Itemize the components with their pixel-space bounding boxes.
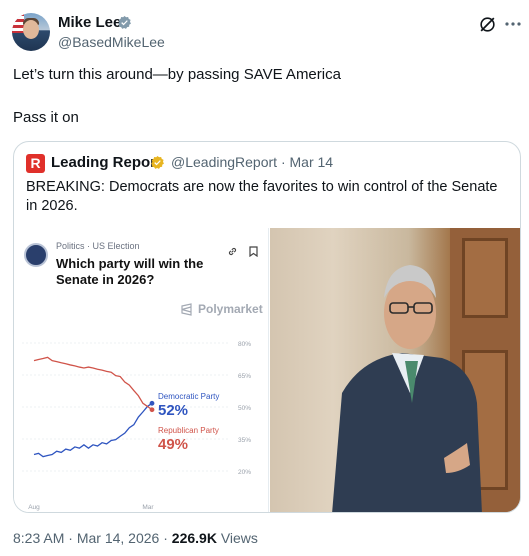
quoted-tweet-text: BREAKING: Democrats are now the favorite… xyxy=(26,179,498,214)
views-label: Views xyxy=(216,530,258,546)
quoted-meta: @LeadingReport · Mar 14 xyxy=(171,154,334,170)
y-tick-label: 80% xyxy=(238,341,251,348)
y-tick-label: 65% xyxy=(238,373,251,380)
quoted-tweet-card[interactable]: R Leading Report @LeadingReport · Mar 14… xyxy=(13,141,521,513)
polymarket-category: Politics · US Election xyxy=(56,241,140,251)
odds-line-chart: 80% 65% 50% 35% 20% Aug Mar xyxy=(22,341,251,511)
democratic-legend-label: Democratic Party xyxy=(158,392,220,401)
polymarket-question: Which party will win the Senate in 2026? xyxy=(56,256,204,287)
author-avatar[interactable] xyxy=(12,13,50,51)
x-tick-label: Aug xyxy=(28,504,40,511)
tweet-footer: 8:23 AM · Mar 14, 2026 · 226.9K Views xyxy=(13,530,258,546)
y-tick-label: 35% xyxy=(238,437,251,444)
verified-badge-icon xyxy=(118,15,131,29)
polymarket-logo-icon xyxy=(181,303,192,316)
x-tick-label: Mar xyxy=(142,504,154,511)
author-handle[interactable]: @BasedMikeLee xyxy=(58,34,165,50)
author-name[interactable]: Mike Lee xyxy=(58,14,121,31)
polymarket-brand: Polymarket xyxy=(198,302,263,316)
tweet-date[interactable]: Mar 14, 2026 xyxy=(77,530,160,546)
person-figure xyxy=(332,265,482,512)
link-icon xyxy=(228,247,237,256)
y-tick-label: 50% xyxy=(238,405,251,412)
tweet-text-line-2: Pass it on xyxy=(13,109,79,126)
series-endpoint xyxy=(149,407,155,413)
senate-seal-icon xyxy=(24,243,48,267)
series-line-democratic-party xyxy=(33,402,153,458)
tweet-time[interactable]: 8:23 AM xyxy=(13,530,64,546)
y-tick-label: 20% xyxy=(238,469,251,476)
leading-report-logo[interactable]: R xyxy=(26,154,45,173)
bookmark-icon xyxy=(249,246,258,257)
series-endpoint xyxy=(149,400,155,406)
views-count[interactable]: 226.9K xyxy=(172,530,217,546)
tweet-text-line-1: Let’s turn this around—by passing SAVE A… xyxy=(13,66,341,83)
quoted-handle[interactable]: @LeadingReport xyxy=(171,154,277,170)
republican-legend-label: Republican Party xyxy=(158,426,219,435)
quoted-author-name[interactable]: Leading Report xyxy=(51,154,161,171)
senator-photo-image[interactable] xyxy=(270,228,520,512)
republican-value: 49% xyxy=(158,436,189,453)
more-icon[interactable] xyxy=(505,22,521,26)
democratic-value: 52% xyxy=(158,402,189,419)
gold-verified-badge-icon xyxy=(151,155,164,169)
polymarket-screenshot-image[interactable]: Politics · US Election Which party will … xyxy=(14,228,269,512)
series-line-republican-party xyxy=(33,356,153,411)
quoted-date[interactable]: Mar 14 xyxy=(290,154,334,170)
grok-icon[interactable] xyxy=(478,15,497,34)
